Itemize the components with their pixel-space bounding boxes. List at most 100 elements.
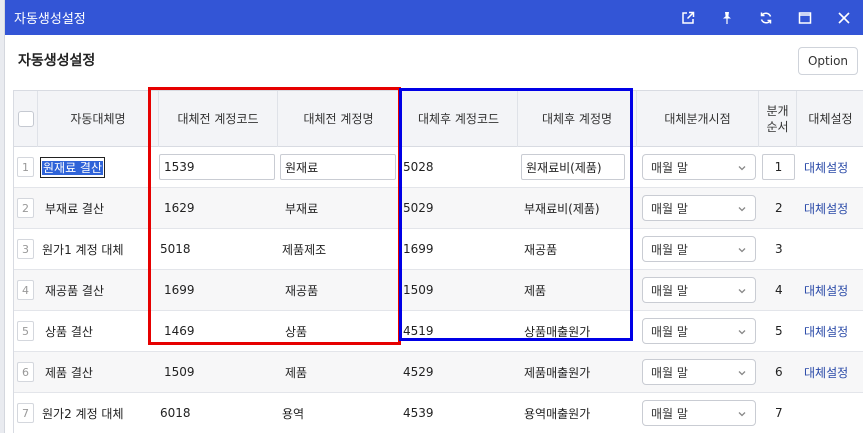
name-cell[interactable]: 원가1 계정 대체 <box>42 229 124 269</box>
table-row[interactable]: 4 재공품 결산 1699 재공품 1509 제품 매월 말 4 대체설정 <box>14 270 863 311</box>
refresh-icon[interactable] <box>746 0 785 35</box>
before-code-cell[interactable]: 5018 <box>160 229 191 269</box>
pin-icon[interactable] <box>707 0 746 35</box>
row-number[interactable]: 4 <box>17 280 34 300</box>
order-cell[interactable]: 7 <box>775 393 783 433</box>
split-time-cell[interactable]: 매월 말 <box>642 311 756 351</box>
before-code-cell[interactable]: 1629 <box>164 188 195 228</box>
row-number-cell[interactable]: 7 <box>17 393 34 433</box>
before-name-cell[interactable]: 상품 <box>285 311 307 351</box>
popout-icon[interactable] <box>668 0 707 35</box>
table-row[interactable]: 3 원가1 계정 대체 5018 제품제조 1699 재공품 매월 말 3 <box>14 229 863 270</box>
before-name-cell[interactable]: 제품제조 <box>282 229 326 269</box>
row-number[interactable]: 2 <box>17 198 34 218</box>
before-name-text: 용역 <box>282 406 305 421</box>
name-cell[interactable]: 상품 결산 <box>45 311 93 351</box>
name-cell[interactable]: 부재료 결산 <box>45 188 104 228</box>
name-cell[interactable]: 재공품 결산 <box>45 270 104 310</box>
row-number[interactable]: 7 <box>17 403 34 423</box>
before-code-cell[interactable]: 1699 <box>164 270 195 310</box>
order-cell[interactable]: 4 <box>775 270 783 310</box>
split-time-select[interactable]: 매월 말 <box>642 318 756 344</box>
row-number-cell[interactable]: 2 <box>17 188 34 228</box>
before-name-text: 재공품 <box>285 283 319 298</box>
name-text: 재공품 결산 <box>45 283 105 298</box>
split-time-cell[interactable]: 매월 말 <box>642 270 756 310</box>
header-select-all[interactable] <box>14 91 38 147</box>
after-code-cell[interactable]: 5028 <box>403 147 434 187</box>
after-name-cell[interactable]: 제품매출원가 <box>524 352 590 392</box>
setting-link[interactable]: 대체설정 <box>804 352 848 392</box>
order-cell[interactable]: 5 <box>775 311 783 351</box>
table-row[interactable]: 2 부재료 결산 1629 부재료 5029 부재료비(제품) 매월 말 2 대체설정 <box>14 188 863 229</box>
after-code-cell[interactable]: 4519 <box>403 311 434 351</box>
after-name-cell[interactable]: 부재료비(제품) <box>524 188 600 228</box>
after-name-cell[interactable]: 용역매출원가 <box>524 393 590 433</box>
split-time-select[interactable]: 매월 말 <box>642 154 756 180</box>
setting-link[interactable]: 대체설정 <box>804 188 848 228</box>
before-name-cell[interactable]: 부재료 <box>285 188 318 228</box>
header-order-line1: 분개 <box>766 104 789 118</box>
order-input[interactable]: 1 <box>762 154 795 180</box>
after-code-cell[interactable]: 1509 <box>403 270 434 310</box>
before-code-cell[interactable]: 6018 <box>160 393 191 433</box>
split-time-cell[interactable]: 매월 말 <box>642 393 756 433</box>
name-cell[interactable]: 원재료 결산 <box>39 147 106 187</box>
before-code-input[interactable]: 1539 <box>159 154 275 180</box>
row-number[interactable]: 1 <box>17 157 34 177</box>
setting-link[interactable]: 대체설정 <box>804 270 848 310</box>
split-time-cell[interactable]: 매월 말 <box>642 352 756 392</box>
option-button[interactable]: Option <box>798 47 858 75</box>
close-icon[interactable] <box>824 0 863 35</box>
row-number-cell[interactable]: 6 <box>17 352 34 392</box>
after-name-cell[interactable]: 제품 <box>524 270 546 310</box>
split-time-cell[interactable]: 매월 말 <box>642 188 756 228</box>
before-name-cell[interactable]: 재공품 <box>285 270 318 310</box>
after-code-cell[interactable]: 1699 <box>403 229 434 269</box>
table-row[interactable]: 1 원재료 결산 1539 원재료 5028 원재료비(제품) 매월 말 1 대체설정 <box>14 147 863 188</box>
table-row[interactable]: 6 제품 결산 1509 제품 4529 제품매출원가 매월 말 6 대체설정 <box>14 352 863 393</box>
row-number-cell[interactable]: 1 <box>17 147 34 187</box>
split-time-select[interactable]: 매월 말 <box>642 400 756 426</box>
before-name-cell[interactable]: 용역 <box>282 393 304 433</box>
setting-link[interactable]: 대체설정 <box>804 147 848 187</box>
row-number-cell[interactable]: 3 <box>17 229 34 269</box>
before-code-cell[interactable]: 1539 <box>159 147 275 187</box>
split-time-select[interactable]: 매월 말 <box>642 359 756 385</box>
order-cell[interactable]: 6 <box>775 352 783 392</box>
before-name-cell[interactable]: 원재료 <box>280 147 396 187</box>
after-name-input[interactable]: 원재료비(제품) <box>521 154 625 180</box>
before-name-input[interactable]: 원재료 <box>280 154 396 180</box>
name-cell[interactable]: 원가2 계정 대체 <box>42 393 124 433</box>
split-time-cell[interactable]: 매월 말 <box>642 229 756 269</box>
after-code-cell[interactable]: 5029 <box>403 188 434 228</box>
table-row[interactable]: 7 원가2 계정 대체 6018 용역 4539 용역매출원가 매월 말 7 <box>14 393 863 433</box>
after-name-cell[interactable]: 재공품 <box>524 229 557 269</box>
split-time-select[interactable]: 매월 말 <box>642 236 756 262</box>
table-row[interactable]: 5 상품 결산 1469 상품 4519 상품매출원가 매월 말 5 대체설정 <box>14 311 863 352</box>
setting-link[interactable]: 대체설정 <box>804 311 848 351</box>
split-time-cell[interactable]: 매월 말 <box>642 147 756 187</box>
split-time-select[interactable]: 매월 말 <box>642 195 756 221</box>
order-cell[interactable]: 3 <box>775 229 783 269</box>
name-cell[interactable]: 제품 결산 <box>45 352 93 392</box>
order-cell[interactable]: 1 <box>762 147 795 187</box>
after-name-cell[interactable]: 원재료비(제품) <box>521 147 625 187</box>
before-code-cell[interactable]: 1509 <box>164 352 195 392</box>
after-name-cell[interactable]: 상품매출원가 <box>524 311 590 351</box>
before-name-cell[interactable]: 제품 <box>285 352 307 392</box>
order-cell[interactable]: 2 <box>775 188 783 228</box>
row-number-cell[interactable]: 4 <box>17 270 34 310</box>
after-code-cell[interactable]: 4529 <box>403 352 434 392</box>
split-time-value: 매월 말 <box>651 160 688 175</box>
before-code-cell[interactable]: 1469 <box>164 311 195 351</box>
select-all-checkbox[interactable] <box>17 111 34 127</box>
row-number[interactable]: 6 <box>17 362 34 382</box>
row-number[interactable]: 3 <box>17 239 34 259</box>
name-editor[interactable]: 원재료 결산 <box>39 156 106 178</box>
split-time-select[interactable]: 매월 말 <box>642 277 756 303</box>
maximize-icon[interactable] <box>785 0 824 35</box>
row-number[interactable]: 5 <box>17 321 34 341</box>
row-number-cell[interactable]: 5 <box>17 311 34 351</box>
after-code-cell[interactable]: 4539 <box>403 393 434 433</box>
